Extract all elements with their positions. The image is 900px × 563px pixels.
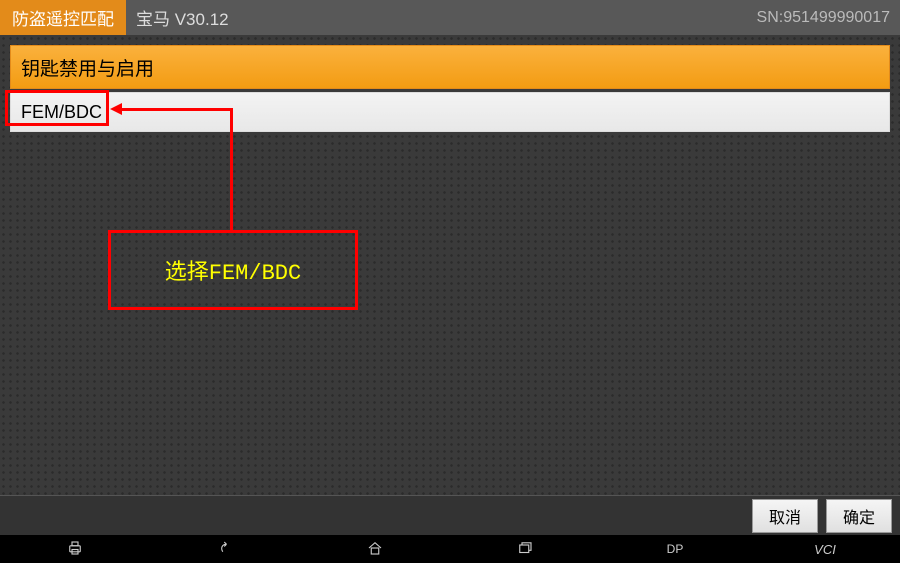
panel-heading: 钥匙禁用与启用 [10, 45, 890, 89]
nav-vci-label: VCI [814, 542, 836, 557]
cancel-button[interactable]: 取消 [752, 499, 818, 533]
ok-button[interactable]: 确定 [826, 499, 892, 533]
vehicle-version: 宝马 V30.12 [136, 5, 757, 30]
system-navbar: DP VCI [0, 535, 900, 563]
serial-number: SN:951499990017 [757, 9, 890, 27]
main-area: 钥匙禁用与启用 FEM/BDC 选择FEM/BDC [0, 35, 900, 495]
nav-vci[interactable]: VCI [785, 535, 865, 563]
app-title: 防盗遥控匹配 [0, 0, 126, 35]
annotation-label-box: 选择FEM/BDC [108, 230, 358, 310]
home-icon [366, 539, 384, 560]
nav-home[interactable] [335, 535, 415, 563]
back-icon [216, 539, 234, 560]
nav-dp-label: DP [667, 542, 684, 556]
header-bar: 防盗遥控匹配 宝马 V30.12 SN:951499990017 [0, 0, 900, 35]
nav-recents[interactable] [485, 535, 565, 563]
nav-print[interactable] [35, 535, 115, 563]
recents-icon [516, 539, 534, 560]
nav-back[interactable] [185, 535, 265, 563]
button-bar: 取消 确定 [0, 495, 900, 535]
annotation-label-text: 选择FEM/BDC [165, 254, 301, 286]
list-item-fem-bdc[interactable]: FEM/BDC [10, 92, 890, 132]
printer-icon [66, 539, 84, 560]
nav-dp[interactable]: DP [635, 535, 715, 563]
